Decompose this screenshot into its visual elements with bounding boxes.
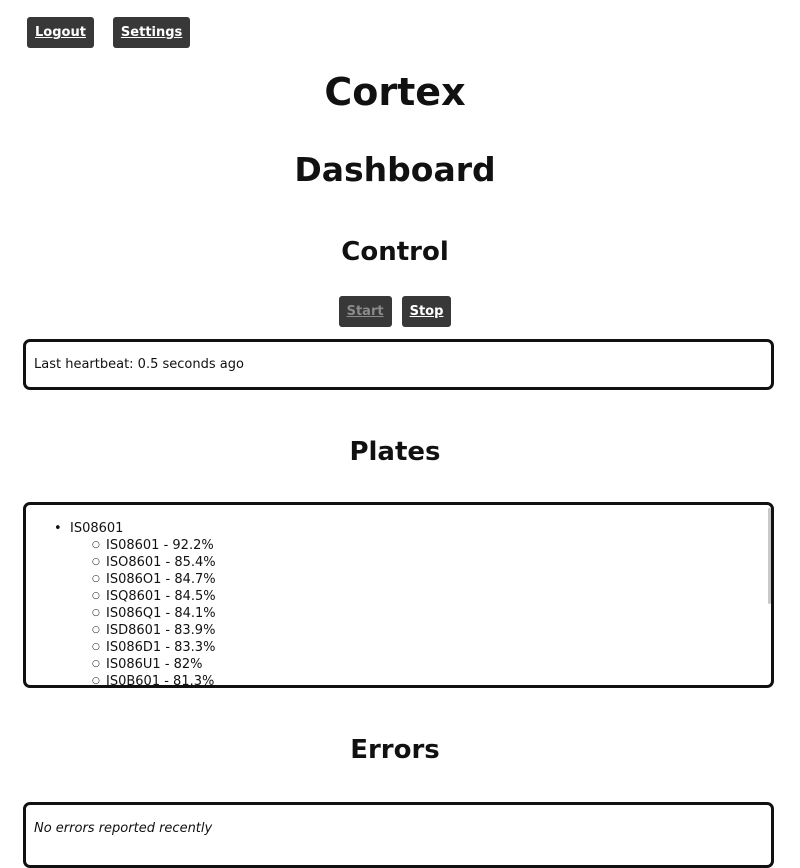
- plate-match-list: IS08601 - 92.2% ISO8601 - 85.4% IS086O1 …: [70, 537, 216, 685]
- stop-button[interactable]: Stop: [401, 296, 452, 327]
- plates-heading: Plates: [349, 437, 441, 467]
- page-title: Dashboard: [294, 150, 496, 189]
- plates-panel[interactable]: IS08601 IS08601 - 92.2% ISO8601 - 85.4% …: [23, 502, 774, 688]
- plate-match-item: IS086O1 - 84.7%: [70, 571, 216, 588]
- plate-list: IS08601 IS08601 - 92.2% ISO8601 - 85.4% …: [54, 520, 216, 685]
- plate-group: IS08601 IS08601 - 92.2% ISO8601 - 85.4% …: [54, 520, 216, 685]
- app-title: Cortex: [324, 70, 466, 114]
- plate-match-item: ISD8601 - 83.9%: [70, 622, 216, 639]
- top-nav: Logout Settings: [27, 17, 209, 48]
- plate-match-item: IS086D1 - 83.3%: [70, 639, 216, 656]
- settings-button[interactable]: Settings: [112, 17, 191, 48]
- errors-message: No errors reported recently: [34, 821, 213, 836]
- start-button[interactable]: Start: [338, 296, 392, 327]
- plates-scrollbar[interactable]: [768, 508, 771, 604]
- control-buttons: Start Stop: [0, 296, 790, 327]
- plate-match-item: IS086U1 - 82%: [70, 656, 216, 673]
- plate-match-item: ISO8601 - 85.4%: [70, 554, 216, 571]
- heartbeat-status: Last heartbeat: 0.5 seconds ago: [34, 357, 244, 372]
- errors-heading: Errors: [350, 735, 440, 765]
- plate-group-name: IS08601: [70, 521, 124, 536]
- plate-match-item: IS08601 - 92.2%: [70, 537, 216, 554]
- plate-match-item: ISQ8601 - 84.5%: [70, 588, 216, 605]
- logout-button[interactable]: Logout: [27, 17, 94, 48]
- plate-match-item: IS086Q1 - 84.1%: [70, 605, 216, 622]
- control-heading: Control: [341, 237, 449, 267]
- heartbeat-panel: Last heartbeat: 0.5 seconds ago: [23, 339, 774, 390]
- errors-panel: No errors reported recently: [23, 802, 774, 868]
- plate-match-item: IS0B601 - 81.3%: [70, 673, 216, 685]
